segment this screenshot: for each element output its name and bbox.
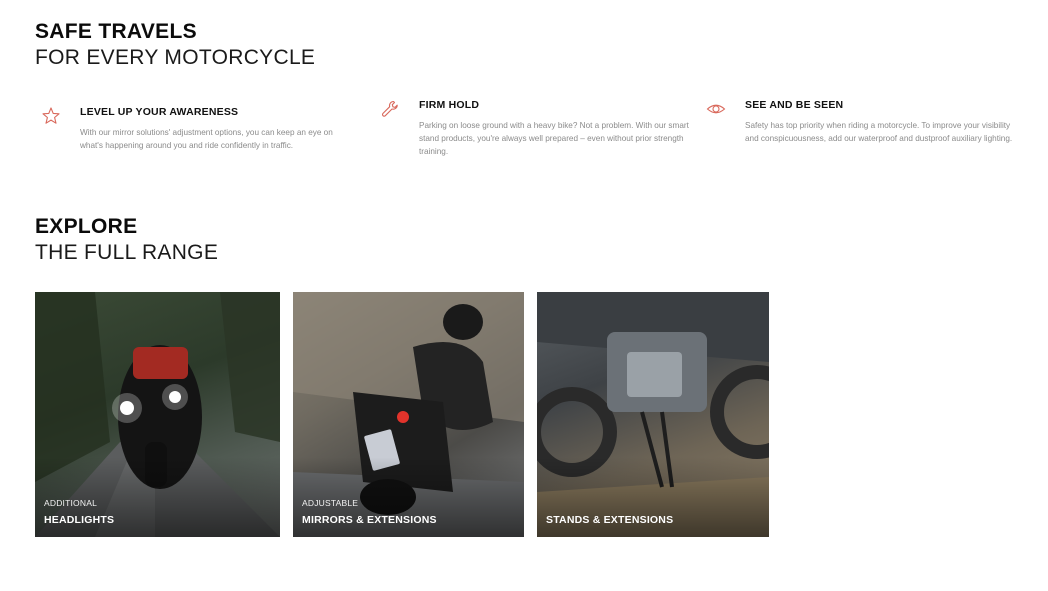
feature-title: LEVEL UP YOUR AWARENESS [80,106,239,118]
star-icon [41,106,61,126]
eye-icon [706,99,726,119]
wrench-icon [380,99,400,119]
card-mirrors-extensions[interactable]: ADJUSTABLE MIRRORS & EXTENSIONS [293,292,524,537]
explore-subtitle: THE FULL RANGE [35,241,219,264]
card-title: HEADLIGHTS [44,514,115,526]
feature-text: Safety has top priority when riding a mo… [745,121,1013,143]
feature-title: FIRM HOLD [419,99,480,111]
card-title: MIRRORS & EXTENSIONS [302,514,437,526]
explore-heading: EXPLORE THE FULL RANGE [35,215,218,265]
safe-travels-subtitle: FOR EVERY MOTORCYCLE [35,46,316,69]
card-title: STANDS & EXTENSIONS [546,514,674,526]
card-subtitle: ADDITIONAL [44,498,98,508]
feature-text: Parking on loose ground with a heavy bik… [419,121,689,156]
feature-title: SEE AND BE SEEN [745,99,844,111]
safe-travels-title: SAFE TRAVELS [35,20,197,43]
card-stands-extensions[interactable]: STANDS & EXTENSIONS [537,292,769,537]
card-headlights[interactable]: ADDITIONAL HEADLIGHTS [35,292,280,537]
safe-travels-heading: SAFE TRAVELS FOR EVERY MOTORCYCLE [35,20,315,70]
explore-title: EXPLORE [35,215,138,238]
card-subtitle: ADJUSTABLE [302,498,359,508]
feature-text: With our mirror solutions' adjustment op… [80,128,333,150]
